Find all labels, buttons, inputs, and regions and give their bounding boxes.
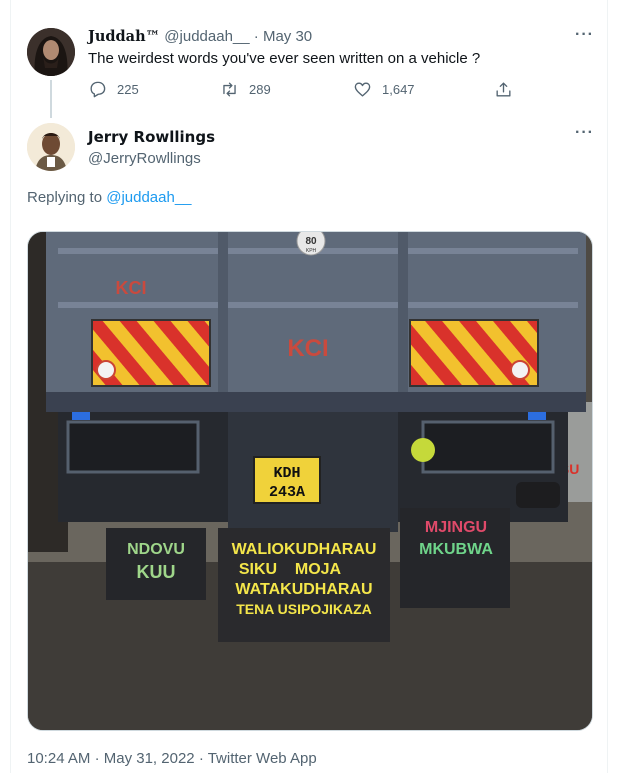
reply-button[interactable]: 225 <box>88 80 139 99</box>
thread-connector <box>50 80 52 118</box>
tweet-date[interactable]: May 30 <box>263 28 312 45</box>
separator: · <box>253 28 259 45</box>
tweet-time[interactable]: 10:24 AM <box>27 750 90 767</box>
retweet-icon <box>223 82 236 97</box>
reply-count: 225 <box>117 82 139 97</box>
mudflap-center-line2: SIKU MOJA <box>239 561 342 578</box>
speed-unit: KPH <box>306 248 317 254</box>
mudflap-left-line1: NDOVU <box>127 541 185 558</box>
retweet-button[interactable]: 289 <box>220 80 271 99</box>
mudflap-left-line2: KUU <box>137 562 176 582</box>
retweet-count: 289 <box>249 82 271 97</box>
replying-prefix: Replying to <box>27 189 103 206</box>
speed-badge: 80 <box>305 236 317 247</box>
mudflap-center-line4: TENA USIPOJIKAZA <box>236 601 372 617</box>
replying-handle-link[interactable]: @juddaah__ <box>106 189 191 206</box>
brand-logo-center: KCI <box>287 335 328 362</box>
like-icon <box>354 82 371 97</box>
replying-to: Replying to @juddaah__ <box>27 189 192 206</box>
mudflap-right-line2: MKUBWA <box>419 541 493 558</box>
tweet-full-date[interactable]: May 31, 2022 <box>104 750 195 767</box>
tweet-header: Juddah™ @juddaah__ · May 30 <box>88 28 312 45</box>
mudflap-center-line1: WALIOKUDHARAU <box>232 541 377 558</box>
mudflap-center-line3: WATAKUDHARAU <box>235 581 372 598</box>
truck-photo: ISU 80 KPH KCI KCI KDH 243A NDOVU KUU <box>28 232 592 730</box>
separator: · <box>94 750 100 767</box>
plate-line2: 243A <box>269 484 305 501</box>
like-button[interactable]: 1,647 <box>353 80 415 99</box>
handle[interactable]: @juddaah__ <box>164 28 249 45</box>
like-count: 1,647 <box>382 82 415 97</box>
avatar[interactable] <box>27 28 75 76</box>
separator: · <box>198 750 204 767</box>
handle[interactable]: @JerryRowllings <box>88 150 201 167</box>
more-options-button[interactable]: ··· <box>575 124 594 142</box>
share-icon <box>496 82 511 97</box>
tweet-actions: 225 289 1,647 <box>88 80 518 102</box>
more-options-button[interactable]: ··· <box>575 26 594 44</box>
tweet-photo[interactable]: ISU 80 KPH KCI KCI KDH 243A NDOVU KUU <box>27 231 593 731</box>
avatar[interactable] <box>27 123 75 171</box>
share-button[interactable] <box>494 80 513 99</box>
plate-line1: KDH <box>273 465 300 482</box>
brand-logo-top: KCI <box>116 278 147 298</box>
display-name[interactable]: Jerry Rowllings <box>88 128 215 146</box>
reply-icon <box>90 81 106 98</box>
mudflap-right-line1: MJINGU <box>425 519 487 536</box>
tweet-meta: 10:24 AM · May 31, 2022 · Twitter Web Ap… <box>27 750 317 767</box>
tweet-source[interactable]: Twitter Web App <box>208 750 317 767</box>
display-name[interactable]: Juddah™ <box>88 28 160 45</box>
tweet-text: The weirdest words you've ever seen writ… <box>88 50 481 67</box>
